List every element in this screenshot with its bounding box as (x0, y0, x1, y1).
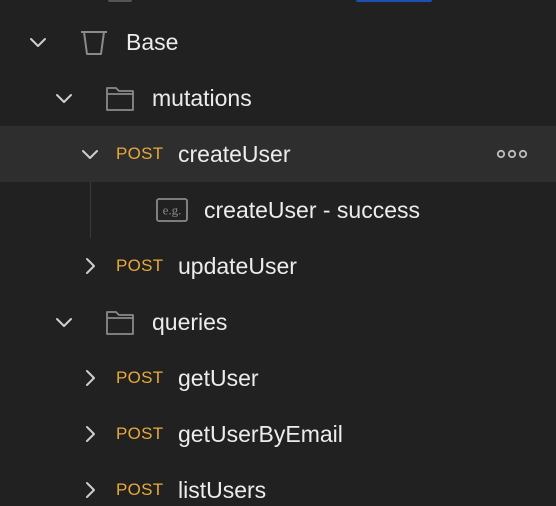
collection-row-base[interactable]: Base (0, 14, 556, 70)
example-label: createUser - success (204, 197, 421, 223)
request-label: listUsers (178, 477, 267, 503)
request-label: createUser (178, 141, 291, 167)
chevron-down-icon[interactable] (80, 144, 100, 164)
request-row-listusers[interactable]: POST listUsers (0, 462, 556, 506)
chevron-right-icon[interactable] (80, 256, 100, 276)
chevron-down-icon[interactable] (28, 32, 48, 52)
collection-label: Base (126, 29, 179, 55)
folder-label: mutations (152, 85, 252, 111)
request-label: getUser (178, 365, 259, 391)
example-icon: e.g. (156, 198, 188, 222)
method-badge: POST (116, 144, 164, 163)
folder-label: queries (152, 309, 228, 335)
chevron-down-icon[interactable] (54, 88, 74, 108)
partial-button[interactable] (356, 0, 432, 2)
request-row-updateuser[interactable]: POST updateUser (0, 238, 556, 294)
partial-icon (108, 0, 132, 2)
chevron-down-icon[interactable] (54, 312, 74, 332)
chevron-right-icon[interactable] (80, 480, 100, 500)
chevron-right-icon[interactable] (80, 424, 100, 444)
method-badge: POST (116, 424, 164, 443)
request-row-getuserbyemail[interactable]: POST getUserByEmail (0, 406, 556, 462)
chevron-right-icon[interactable] (80, 368, 100, 388)
collection-tree: Base mutations POST createUser createUse… (0, 0, 556, 506)
method-badge: POST (116, 480, 164, 499)
folder-row-queries[interactable]: queries (0, 294, 556, 350)
trash-bin-icon (78, 26, 110, 58)
example-row-createuser-success[interactable]: createUser - success (0, 182, 556, 238)
folder-row-mutations[interactable]: mutations (0, 70, 556, 126)
request-row-createuser[interactable]: POST createUser (0, 126, 556, 182)
request-row-getuser[interactable]: POST getUser (0, 350, 556, 406)
folder-icon (104, 306, 136, 338)
method-badge: POST (116, 256, 164, 275)
request-label: getUserByEmail (178, 421, 343, 447)
more-options-icon[interactable] (496, 146, 528, 162)
request-label: updateUser (178, 253, 297, 279)
svg-text:e.g.: e.g. (163, 203, 182, 218)
method-badge: POST (116, 368, 164, 387)
folder-icon (104, 82, 136, 114)
